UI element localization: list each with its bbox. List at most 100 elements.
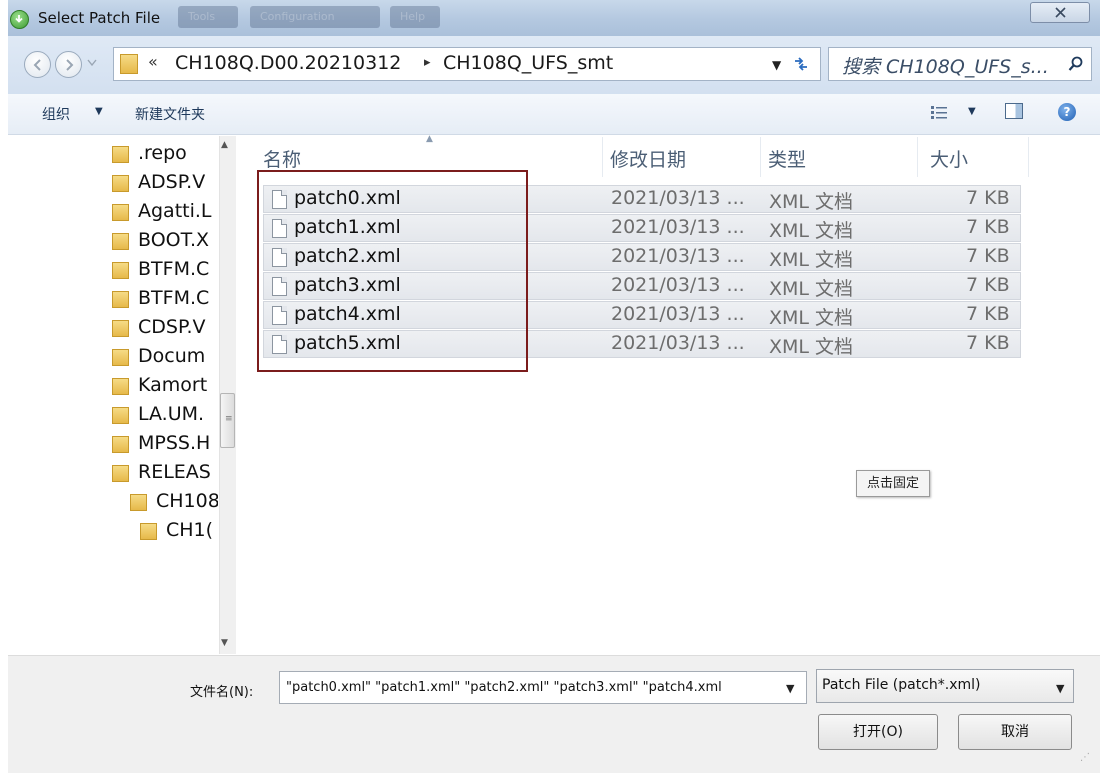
background-tab: Help: [390, 6, 440, 28]
nav-folder-item[interactable]: ADSP.V: [112, 169, 218, 199]
breadcrumb-item[interactable]: CH108Q.D00.20210312: [175, 52, 401, 74]
folder-icon: [112, 262, 129, 279]
nav-folder-item[interactable]: RELEAS: [112, 459, 218, 489]
grip-icon: ≡: [225, 414, 233, 424]
background-tab: Configuration: [250, 6, 380, 28]
help-icon[interactable]: ?: [1058, 103, 1076, 121]
scroll-up-icon[interactable]: ▲: [221, 140, 228, 150]
open-button[interactable]: 打开(O): [818, 714, 938, 750]
nav-folder-item[interactable]: CH1(: [140, 517, 218, 547]
nav-folder-item[interactable]: BTFM.C: [112, 256, 218, 286]
nav-folder-label: ADSP.V: [138, 171, 206, 193]
close-icon: [1055, 7, 1066, 18]
new-folder-button[interactable]: 新建文件夹: [135, 104, 205, 124]
file-date: 2021/03/13 ...: [611, 274, 745, 296]
window-title: Select Patch File: [38, 9, 161, 27]
filename-label: 文件名(N):: [190, 685, 254, 700]
nav-folder-label: RELEAS: [138, 461, 211, 483]
file-type: XML 文档: [769, 278, 854, 300]
title-bar: [8, 0, 1100, 37]
column-header-size[interactable]: 大小: [930, 145, 968, 172]
resize-grip-icon[interactable]: ⋰: [1080, 752, 1090, 763]
nav-folder-label: Agatti.L: [138, 200, 212, 222]
file-date: 2021/03/13 ...: [611, 245, 745, 267]
nav-folder-label: BTFM.C: [138, 258, 210, 280]
nav-folder-label: BTFM.C: [138, 287, 210, 309]
folder-icon: [112, 291, 129, 308]
forward-button[interactable]: [55, 51, 82, 78]
nav-folder-item[interactable]: CH108: [130, 488, 218, 518]
address-dropdown-icon[interactable]: ▼: [772, 58, 781, 72]
chevron-down-icon[interactable]: ▼: [95, 106, 103, 117]
refresh-button[interactable]: [786, 48, 816, 80]
folder-icon: [112, 175, 129, 192]
file-size: 7 KB: [966, 332, 1010, 354]
search-icon[interactable]: [1068, 56, 1084, 72]
nav-folder-item[interactable]: Docum: [112, 343, 218, 373]
chevron-down-icon[interactable]: ▼: [968, 106, 976, 117]
nav-folder-item[interactable]: BTFM.C: [112, 285, 218, 315]
file-size: 7 KB: [966, 245, 1010, 267]
nav-folder-item[interactable]: CDSP.V: [112, 314, 218, 344]
view-options-icon[interactable]: [930, 104, 950, 120]
nav-folder-item[interactable]: LA.UM.: [112, 401, 218, 431]
folder-icon: [112, 349, 129, 366]
breadcrumb-item[interactable]: CH108Q_UFS_smt: [443, 52, 613, 74]
filetype-value[interactable]: Patch File (patch*.xml): [822, 677, 981, 693]
preview-pane-icon[interactable]: [1005, 103, 1023, 119]
nav-folder-label: MPSS.H: [138, 432, 211, 454]
folder-icon: [112, 204, 129, 221]
nav-folder-label: LA.UM.: [138, 403, 205, 425]
nav-folder-label: BOOT.X: [138, 229, 210, 251]
file-size: 7 KB: [966, 187, 1010, 209]
history-dropdown-icon[interactable]: [87, 59, 97, 67]
column-divider[interactable]: [917, 137, 918, 177]
filename-dropdown-icon[interactable]: ▼: [786, 682, 794, 695]
background-tab: Tools: [178, 6, 238, 28]
folder-icon: [120, 54, 138, 74]
back-button[interactable]: [24, 51, 51, 78]
filetype-dropdown-icon[interactable]: ▼: [1056, 682, 1064, 695]
column-header-type[interactable]: 类型: [768, 145, 806, 172]
filename-value[interactable]: "patch0.xml" "patch1.xml" "patch2.xml" "…: [286, 680, 722, 695]
organize-menu[interactable]: 组织: [42, 104, 70, 124]
nav-folder-label: CDSP.V: [138, 316, 206, 338]
column-header-name[interactable]: 名称: [263, 145, 301, 172]
file-type: XML 文档: [769, 307, 854, 329]
nav-folder-label: Docum: [138, 345, 206, 367]
download-icon: [10, 10, 29, 29]
arrow-left-icon: [33, 59, 41, 71]
refresh-icon: [795, 57, 807, 71]
nav-folder-item[interactable]: MPSS.H: [112, 430, 218, 460]
scroll-down-icon[interactable]: ▼: [221, 638, 228, 648]
breadcrumb-separator[interactable]: ▸: [424, 55, 431, 70]
file-type: XML 文档: [769, 249, 854, 271]
close-button[interactable]: [1030, 2, 1090, 23]
nav-folder-label: Kamort: [138, 374, 208, 396]
column-header-date[interactable]: 修改日期: [610, 145, 686, 172]
file-size: 7 KB: [966, 216, 1010, 238]
column-divider[interactable]: [602, 137, 603, 177]
file-type: XML 文档: [769, 191, 854, 213]
nav-folder-item[interactable]: Kamort: [112, 372, 218, 402]
file-date: 2021/03/13 ...: [611, 187, 745, 209]
nav-folder-item[interactable]: BOOT.X: [112, 227, 218, 257]
column-divider[interactable]: [760, 137, 761, 177]
arrow-right-icon: [66, 59, 74, 71]
file-size: 7 KB: [966, 274, 1010, 296]
nav-folder-label: CH1(: [166, 519, 214, 541]
file-type: XML 文档: [769, 336, 854, 358]
folder-icon: [112, 407, 129, 424]
nav-folder-label: .repo: [138, 142, 187, 164]
nav-folder-item[interactable]: Agatti.L: [112, 198, 218, 228]
breadcrumb-overflow[interactable]: «: [148, 52, 158, 71]
folder-icon: [112, 378, 129, 395]
file-size: 7 KB: [966, 303, 1010, 325]
pin-button[interactable]: 点击固定: [856, 470, 930, 497]
column-divider[interactable]: [1028, 137, 1029, 177]
nav-folder-label: CH108: [156, 490, 218, 512]
nav-folder-item[interactable]: .repo: [112, 140, 218, 170]
folder-icon: [140, 523, 157, 540]
cancel-button[interactable]: 取消: [958, 714, 1072, 750]
file-type: XML 文档: [769, 220, 854, 242]
